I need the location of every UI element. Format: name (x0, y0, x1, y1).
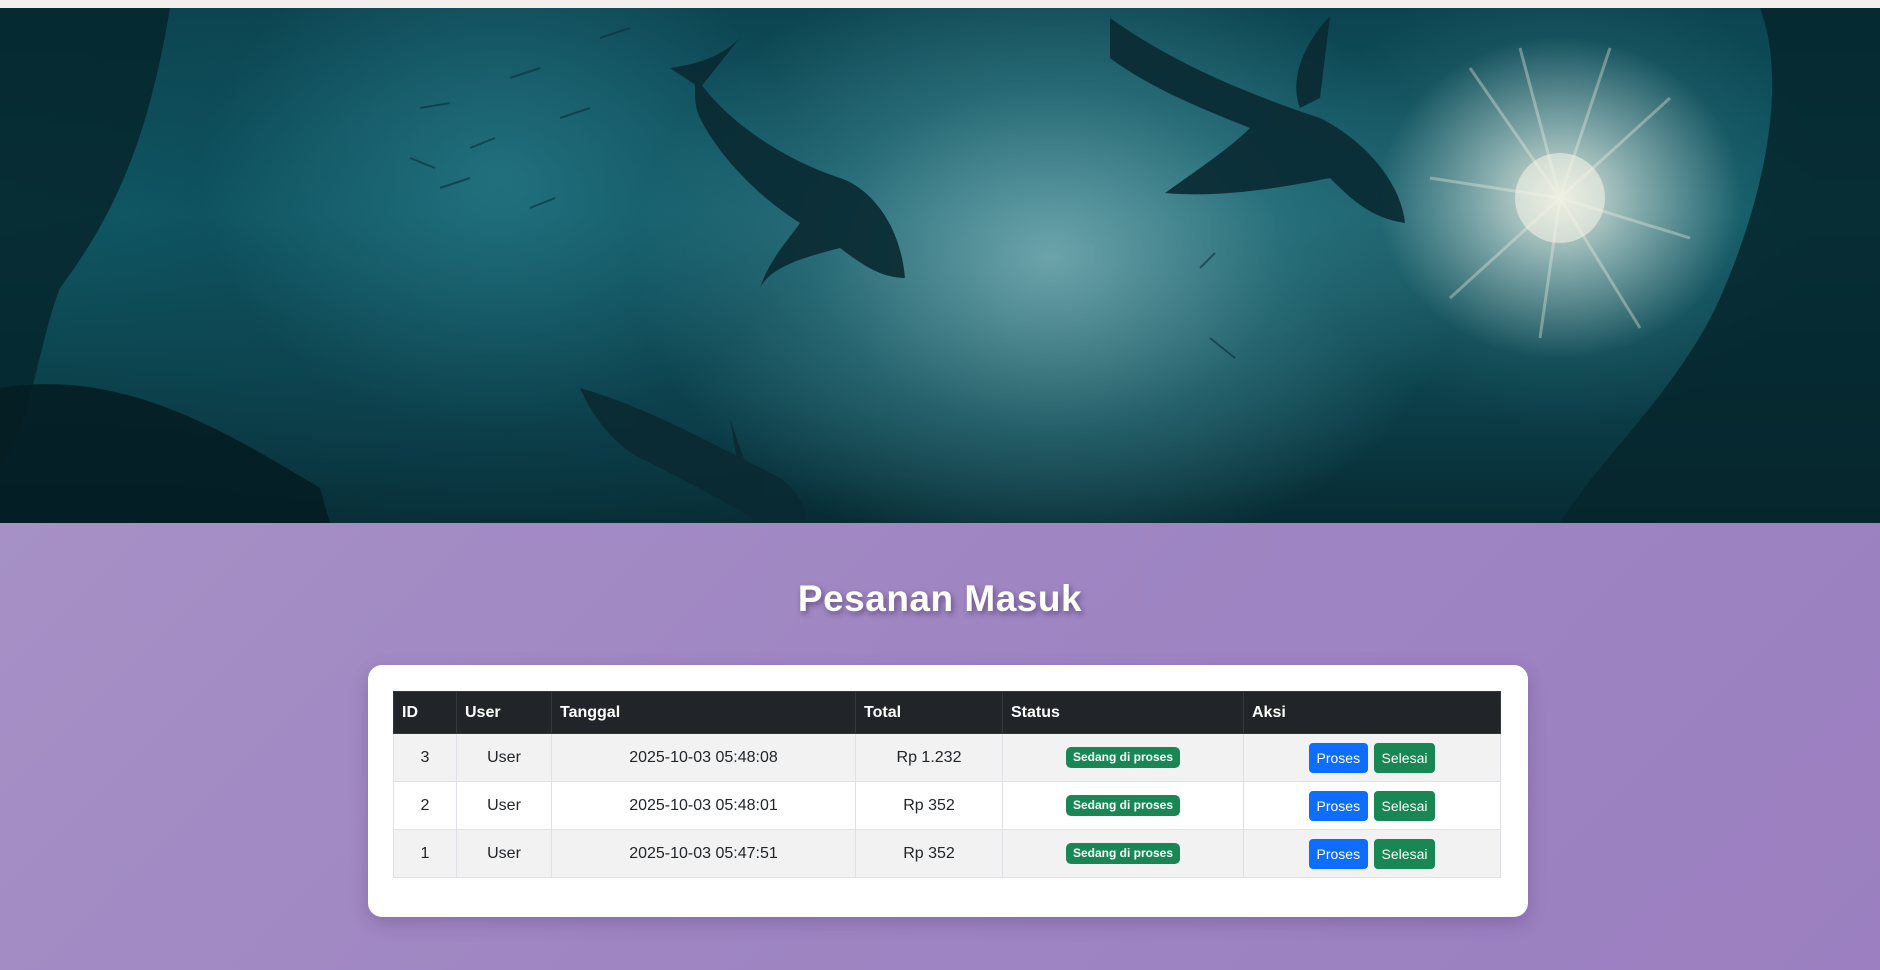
header-user: User (456, 691, 552, 734)
header-total: Total (855, 691, 1003, 734)
header-id: ID (393, 691, 457, 734)
done-button[interactable]: Selesai (1373, 790, 1436, 821)
cell-status: Sedang di proses (1002, 781, 1244, 830)
cell-total: Rp 352 (855, 781, 1003, 830)
done-button[interactable]: Selesai (1373, 838, 1436, 869)
status-badge: Sedang di proses (1065, 747, 1181, 768)
cell-total: Rp 352 (855, 829, 1003, 878)
table-row: 1 User 2025-10-03 05:47:51 Rp 352 Sedang… (393, 829, 1501, 878)
header-date: Tanggal (551, 691, 856, 734)
orders-table: ID User Tanggal Total Status Aksi 3 User… (393, 691, 1501, 878)
header-action: Aksi (1243, 691, 1501, 734)
status-badge: Sedang di proses (1065, 795, 1181, 816)
table-row: 3 User 2025-10-03 05:48:08 Rp 1.232 Seda… (393, 733, 1501, 782)
table-header-row: ID User Tanggal Total Status Aksi (393, 691, 1501, 734)
process-button[interactable]: Proses (1308, 790, 1369, 821)
table-row: 2 User 2025-10-03 05:48:01 Rp 352 Sedang… (393, 781, 1501, 830)
cell-status: Sedang di proses (1002, 733, 1244, 782)
cell-action: Proses Selesai (1243, 829, 1501, 878)
header-status: Status (1002, 691, 1244, 734)
cell-action: Proses Selesai (1243, 733, 1501, 782)
cell-date: 2025-10-03 05:48:01 (551, 781, 856, 830)
cell-user: User (456, 781, 552, 830)
orders-card: ID User Tanggal Total Status Aksi 3 User… (368, 665, 1528, 917)
cell-action: Proses Selesai (1243, 781, 1501, 830)
cell-total: Rp 1.232 (855, 733, 1003, 782)
cell-user: User (456, 829, 552, 878)
cell-status: Sedang di proses (1002, 829, 1244, 878)
done-button[interactable]: Selesai (1373, 742, 1436, 773)
cell-user: User (456, 733, 552, 782)
cell-id: 1 (393, 829, 457, 878)
cell-id: 2 (393, 781, 457, 830)
process-button[interactable]: Proses (1308, 742, 1369, 773)
process-button[interactable]: Proses (1308, 838, 1369, 869)
status-badge: Sedang di proses (1065, 843, 1181, 864)
cell-date: 2025-10-03 05:48:08 (551, 733, 856, 782)
hero-illustration (0, 8, 1880, 523)
page-title: Pesanan Masuk (797, 578, 1083, 619)
cell-date: 2025-10-03 05:47:51 (551, 829, 856, 878)
cell-id: 3 (393, 733, 457, 782)
hero-banner-image (0, 8, 1880, 523)
